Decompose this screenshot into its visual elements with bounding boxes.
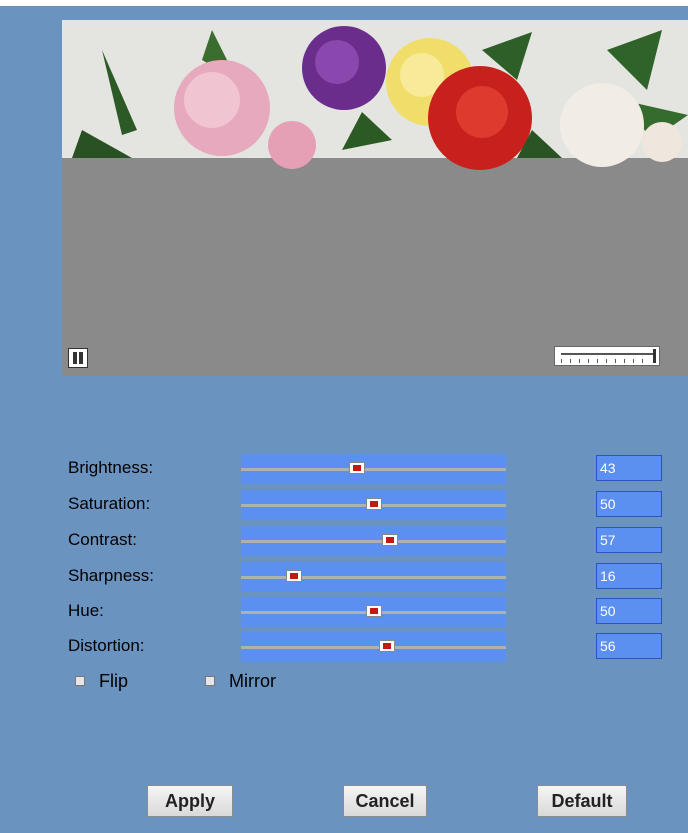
hue-row: Hue: xyxy=(0,597,688,627)
hue-slider-thumb[interactable] xyxy=(365,605,382,617)
distortion-slider-track xyxy=(241,646,506,649)
contrast-label: Contrast: xyxy=(68,530,137,549)
flip-checkbox[interactable] xyxy=(75,676,85,686)
saturation-value-input[interactable] xyxy=(596,491,662,517)
saturation-row: Saturation: xyxy=(0,490,688,520)
saturation-label: Saturation: xyxy=(68,494,151,513)
contrast-slider-track xyxy=(241,540,506,543)
distortion-row: Distortion: xyxy=(0,632,688,662)
brightness-slider-thumb[interactable] xyxy=(349,462,366,474)
sharpness-slider-thumb[interactable] xyxy=(286,570,303,582)
zoom-slider-ticks xyxy=(561,359,649,363)
brightness-slider[interactable] xyxy=(241,454,506,484)
brightness-slider-track xyxy=(241,468,506,471)
sharpness-row: Sharpness: xyxy=(0,562,688,592)
brightness-value-input[interactable] xyxy=(596,455,662,481)
saturation-slider-thumb[interactable] xyxy=(365,498,382,510)
hue-label: Hue: xyxy=(68,601,104,620)
flip-label: Flip xyxy=(99,671,129,691)
zoom-slider-knob[interactable] xyxy=(653,349,656,363)
brightness-label: Brightness: xyxy=(68,458,154,477)
contrast-slider-thumb[interactable] xyxy=(381,534,398,546)
default-button[interactable]: Default xyxy=(537,785,627,817)
brightness-row: Brightness: xyxy=(0,454,688,484)
distortion-value-input[interactable] xyxy=(596,633,662,659)
camera-image xyxy=(62,20,688,376)
sharpness-value-input[interactable] xyxy=(596,563,662,589)
hue-slider[interactable] xyxy=(241,597,506,627)
sharpness-slider-track xyxy=(241,576,506,579)
contrast-row: Contrast: xyxy=(0,526,688,556)
distortion-slider[interactable] xyxy=(241,632,506,662)
hue-value-input[interactable] xyxy=(596,598,662,624)
saturation-slider[interactable] xyxy=(241,490,506,520)
distortion-label: Distortion: xyxy=(68,636,145,655)
contrast-value-input[interactable] xyxy=(596,527,662,553)
sharpness-slider[interactable] xyxy=(241,562,506,592)
mirror-checkbox[interactable] xyxy=(205,676,215,686)
distortion-slider-thumb[interactable] xyxy=(379,640,396,652)
zoom-slider[interactable] xyxy=(554,346,660,366)
sharpness-label: Sharpness: xyxy=(68,566,154,585)
video-preview xyxy=(62,20,688,376)
top-border xyxy=(0,0,688,6)
pause-button[interactable] xyxy=(68,348,88,368)
cancel-button[interactable]: Cancel xyxy=(343,785,427,817)
mirror-label: Mirror xyxy=(229,671,276,691)
contrast-slider[interactable] xyxy=(241,526,506,556)
zoom-slider-rail xyxy=(561,353,653,355)
apply-button[interactable]: Apply xyxy=(147,785,233,817)
